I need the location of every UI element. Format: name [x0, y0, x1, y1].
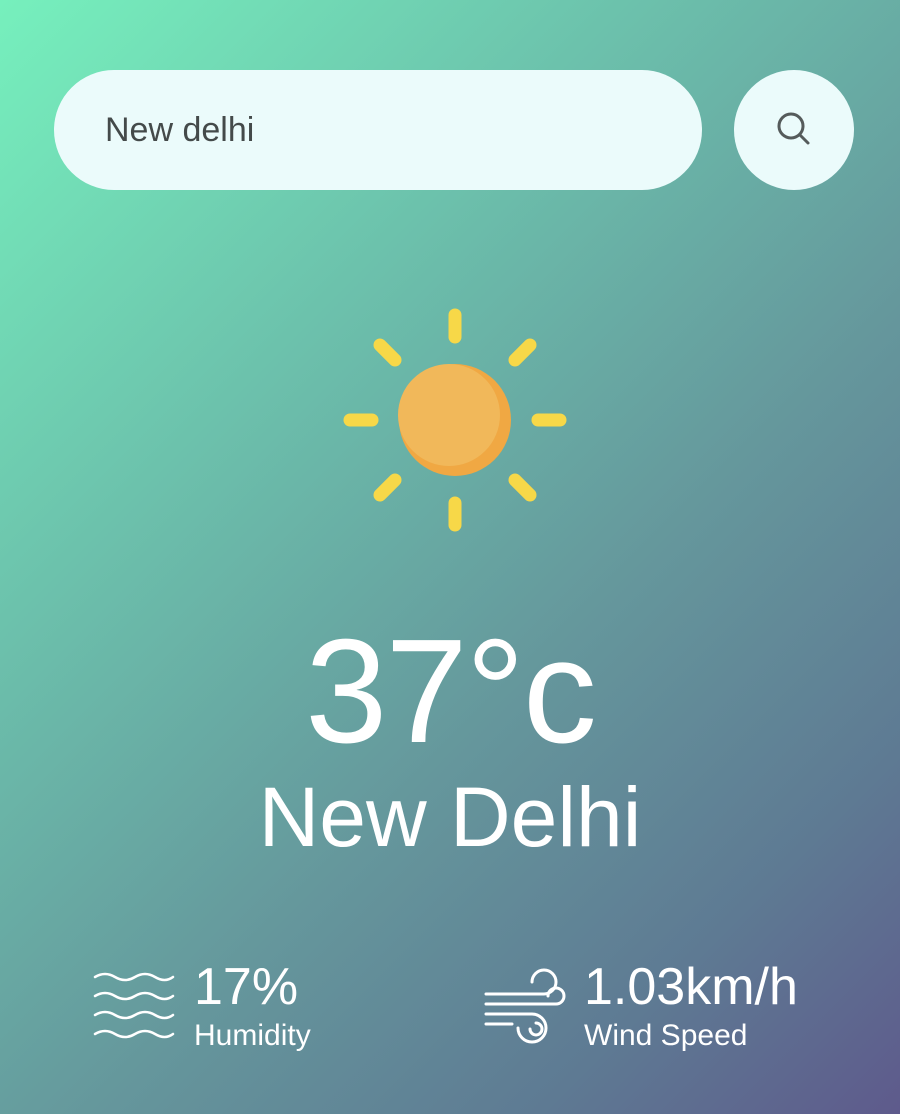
humidity-label: Humidity: [194, 1019, 311, 1052]
wind-speed-value: 1.03km/h: [584, 958, 798, 1016]
search-button[interactable]: [734, 70, 854, 190]
search-input[interactable]: [54, 70, 702, 190]
temperature: 37°c: [305, 609, 597, 774]
wind-speed-label: Wind Speed: [584, 1019, 748, 1052]
sun-icon: [340, 305, 570, 535]
weather-card: 37°c New Delhi 17% Humidity: [0, 0, 900, 1114]
city-name: New Delhi: [258, 770, 642, 864]
search-bar: [54, 70, 854, 190]
humidity-value: 17%: [194, 958, 299, 1016]
search-icon: [776, 111, 812, 150]
waves-icon: [92, 967, 176, 1050]
wind-icon: [482, 967, 566, 1056]
